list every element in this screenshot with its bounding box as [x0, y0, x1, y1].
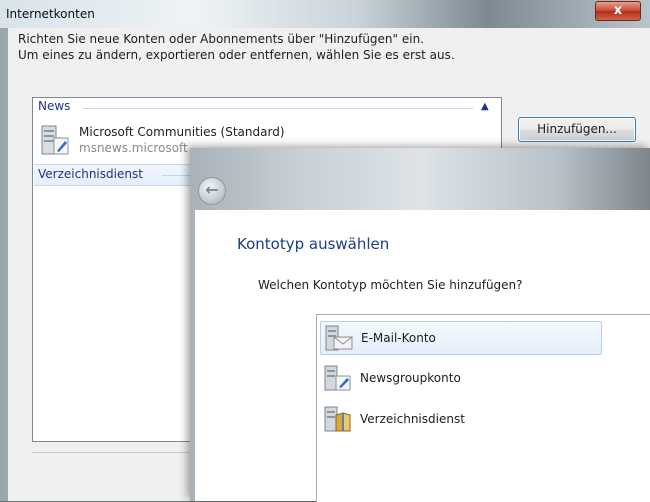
back-button[interactable]: ←	[198, 177, 226, 205]
mail-account-icon	[325, 325, 353, 351]
account-name: Microsoft Communities (Standard)	[79, 125, 285, 139]
newsgroup-account-icon	[324, 365, 351, 391]
group-header-directory: Verzeichnisdienst	[38, 167, 143, 181]
add-button[interactable]: Hinzufügen...	[518, 117, 636, 142]
bottom-separator	[32, 452, 192, 453]
window-title: Internetkonten	[6, 7, 95, 21]
group-header-news[interactable]: News	[38, 99, 70, 113]
account-server: msnews.microsoft	[79, 141, 188, 155]
option-email-account[interactable]: E-Mail-Konto	[320, 321, 602, 355]
title-bar[interactable]: Internetkonten x	[0, 0, 650, 28]
group-divider-news	[83, 108, 473, 109]
option-label: Newsgroupkonto	[360, 371, 461, 385]
intro-line-1: Richten Sie neue Konten oder Abonnements…	[18, 32, 424, 46]
option-newsgroup-account[interactable]: Newsgroupkonto	[320, 362, 600, 394]
back-arrow-icon: ←	[205, 180, 219, 199]
option-label: E-Mail-Konto	[361, 331, 436, 345]
close-icon: x	[613, 3, 623, 18]
intro-text: Richten Sie neue Konten oder Abonnements…	[18, 31, 455, 63]
newsgroup-icon	[41, 125, 69, 155]
option-directory-service[interactable]: Verzeichnisdienst	[320, 403, 600, 435]
collapse-group-icon[interactable]: ▲	[481, 101, 489, 112]
account-type-list[interactable]: E-Mail-Konto Newsgroupkonto Verzeichnisd…	[316, 314, 650, 502]
intro-line-2: Um eines zu ändern, exportieren oder ent…	[18, 48, 455, 62]
dialog-question: Welchen Kontotyp möchten Sie hinzufügen?	[258, 278, 523, 292]
option-label: Verzeichnisdienst	[360, 412, 465, 426]
directory-service-icon	[324, 406, 351, 432]
internet-accounts-window: Internetkonten x Richten Sie neue Konten…	[0, 0, 650, 502]
dialog-title: Kontotyp auswählen	[237, 235, 390, 253]
close-button[interactable]: x	[595, 1, 641, 21]
